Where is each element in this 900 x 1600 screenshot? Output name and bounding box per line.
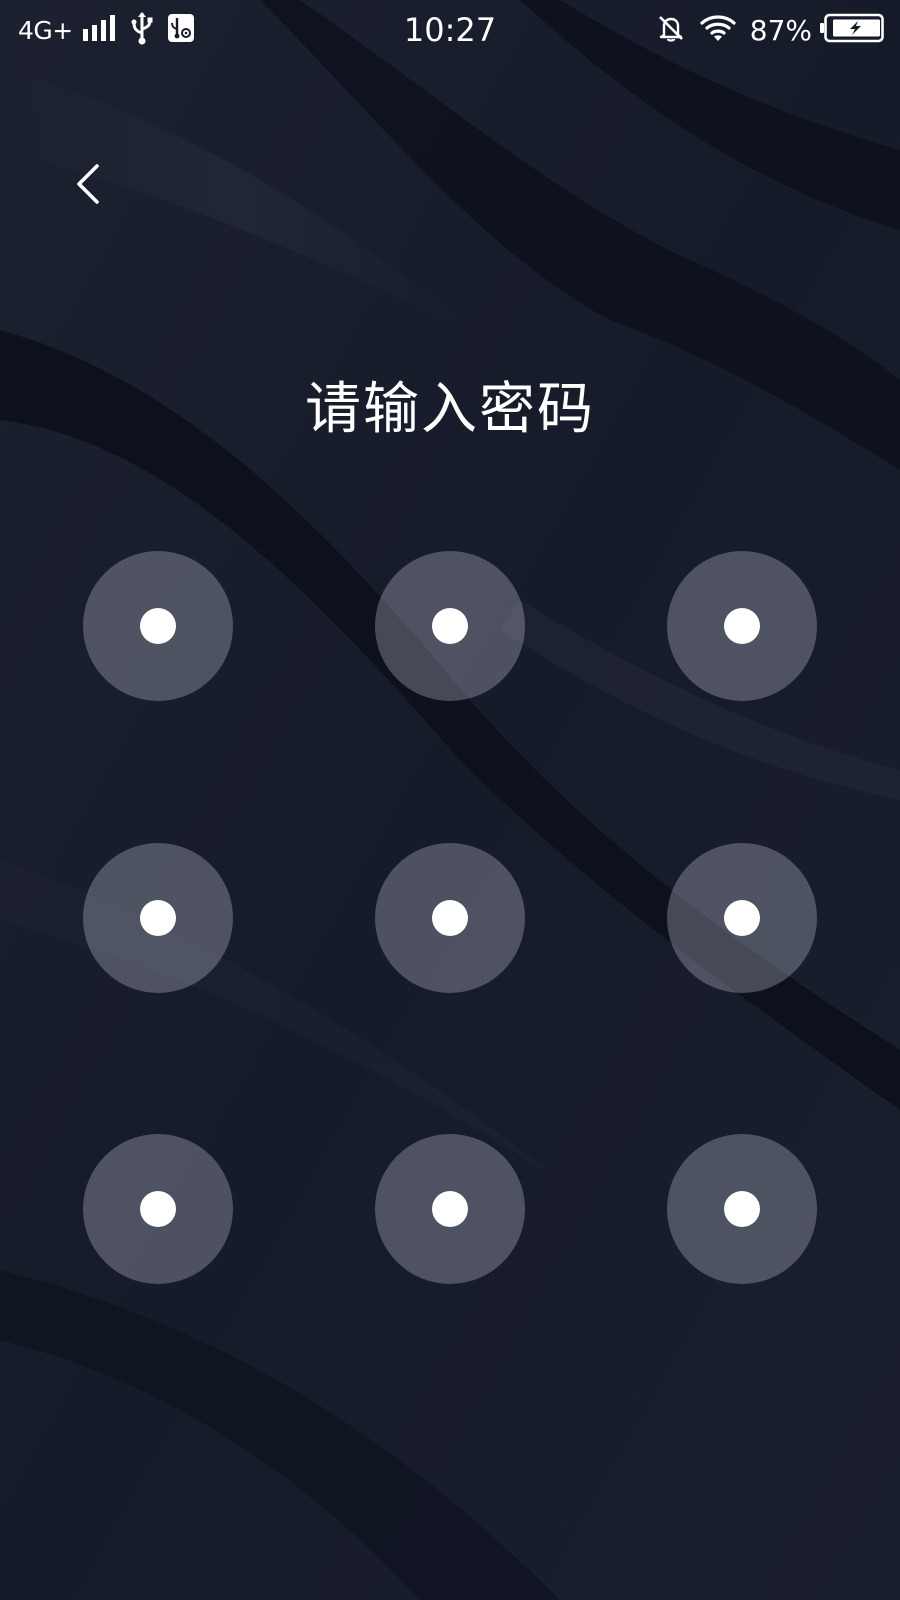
pattern-node-7[interactable] [83, 1134, 233, 1284]
pattern-dot [140, 1191, 176, 1227]
pattern-node-9[interactable] [667, 1134, 817, 1284]
pattern-node-8[interactable] [375, 1134, 525, 1284]
pattern-dot [432, 608, 468, 644]
pattern-dot [724, 1191, 760, 1227]
pattern-dot [724, 608, 760, 644]
pattern-node-4[interactable] [83, 843, 233, 993]
pattern-dot [140, 608, 176, 644]
pattern-node-3[interactable] [667, 551, 817, 701]
pattern-dot [140, 900, 176, 936]
pattern-lock-grid[interactable] [0, 0, 900, 1600]
pattern-node-6[interactable] [667, 843, 817, 993]
pattern-node-2[interactable] [375, 551, 525, 701]
pattern-dot [432, 1191, 468, 1227]
pattern-dot [432, 900, 468, 936]
pattern-dot [724, 900, 760, 936]
pattern-node-1[interactable] [83, 551, 233, 701]
pattern-node-5[interactable] [375, 843, 525, 993]
